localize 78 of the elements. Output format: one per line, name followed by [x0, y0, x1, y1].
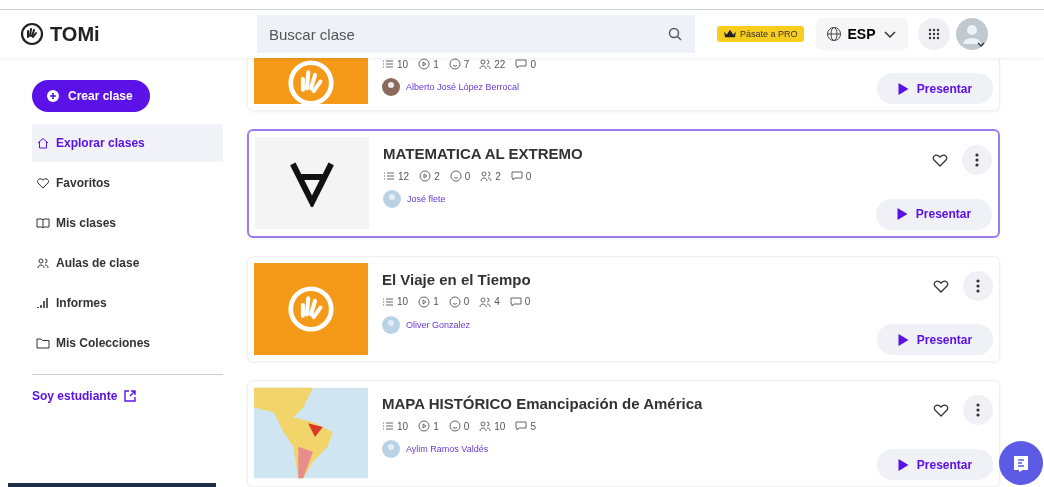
heart-icon[interactable] [933, 403, 949, 418]
plus-circle-icon [46, 89, 60, 103]
stat-students: 4 [479, 295, 500, 308]
stat-slides: 1 [418, 295, 439, 308]
stat-students: 22 [479, 58, 506, 70]
language-selector[interactable]: ESP [815, 18, 908, 50]
stat-reactions: 7 [448, 58, 470, 70]
heart-icon [36, 176, 50, 190]
stat-comments: 5 [515, 420, 536, 433]
class-title: MATEMATICA AL EXTREMO [383, 145, 584, 162]
heart-icon[interactable] [932, 153, 948, 167]
crown-icon [723, 29, 737, 39]
stat-comments: 0 [515, 58, 536, 70]
group-icon [36, 256, 50, 270]
vertical-dots-icon [976, 403, 980, 418]
stat-reactions: 0 [448, 420, 470, 433]
stat-reactions: 0 [449, 170, 471, 182]
stat-lessons: 10 [382, 420, 409, 433]
play-icon [896, 208, 908, 221]
play-icon [897, 333, 909, 346]
author-name[interactable]: Oliver Gonzalez [406, 319, 471, 330]
folder-icon [36, 336, 50, 350]
external-link-icon [123, 389, 138, 403]
author-avatar-icon [382, 440, 400, 459]
author-avatar-icon [382, 315, 400, 334]
search-field[interactable]: Buscar clase [257, 15, 695, 53]
chat-button[interactable] [999, 441, 1043, 485]
present-button[interactable]: Presentar [877, 73, 993, 104]
stat-slides: 2 [419, 170, 440, 182]
stat-slides: 1 [418, 58, 439, 70]
logo-text: TOMi [50, 22, 100, 46]
apps-grid-button[interactable] [917, 18, 950, 50]
class-card[interactable]: MATEMATICA AL EXTREMO 12 2 0 2 0 José flete Presentar [247, 129, 1000, 238]
more-options-button[interactable] [962, 145, 992, 175]
bar-chart-icon [36, 296, 50, 310]
globe-icon [825, 26, 842, 42]
home-icon [36, 136, 50, 150]
author-name[interactable]: José flete [407, 194, 446, 204]
stat-reactions: 0 [448, 295, 470, 308]
stat-slides: 1 [418, 420, 439, 433]
create-class-button[interactable]: Crear clase [32, 80, 150, 112]
student-link[interactable]: Soy estudiante [32, 389, 223, 403]
author-avatar-icon [382, 78, 400, 96]
stat-lessons: 12 [383, 170, 410, 182]
class-card[interactable]: 10 1 7 22 0 Alberto José López Berrocal Presentar [247, 58, 1000, 111]
book-icon [36, 216, 50, 230]
class-card[interactable]: MAPA HISTÓRICO Emancipación de América 10 1 0 10 5 Aylim Ramos Valdés Presentar [247, 380, 1000, 487]
stat-lessons: 10 [382, 295, 409, 308]
sidebar-nav-item[interactable]: Explorar clases [32, 124, 223, 162]
grid-icon [927, 28, 940, 40]
author-avatar-icon [383, 190, 401, 208]
sidebar-nav-item[interactable]: Mis Colecciones [32, 324, 223, 362]
vertical-dots-icon [975, 153, 979, 167]
class-title: MAPA HISTÓRICO Emancipación de América [382, 395, 704, 413]
stat-comments: 0 [510, 170, 532, 182]
author-name[interactable]: Aylim Ramos Valdés [406, 444, 489, 455]
present-button[interactable]: Presentar [876, 198, 992, 230]
class-card[interactable]: El Viaje en el Tiempo 10 1 0 4 0 Oliver Gonzalez Presentar [247, 255, 1000, 363]
stat-comments: 0 [509, 295, 531, 308]
sidebar-nav-item[interactable]: Favoritos [32, 164, 223, 202]
stat-lessons: 10 [382, 58, 409, 70]
sidebar-nav-item[interactable]: Informes [32, 284, 223, 322]
stat-students: 10 [479, 420, 506, 433]
present-button[interactable]: Presentar [877, 449, 993, 480]
heart-icon[interactable] [933, 278, 949, 293]
class-title: El Viaje en el Tiempo [382, 270, 532, 288]
chat-icon [1011, 453, 1031, 473]
present-button[interactable]: Presentar [877, 324, 993, 356]
hand-logo-icon [20, 22, 44, 46]
vertical-dots-icon [976, 278, 980, 293]
play-icon [897, 458, 909, 471]
sidebar-nav-item[interactable]: Mis clases [32, 204, 223, 242]
sidebar-nav-item[interactable]: Aulas de clase [32, 244, 223, 282]
author-name[interactable]: Alberto José López Berrocal [406, 82, 520, 92]
play-icon [897, 82, 909, 95]
upgrade-pro-button[interactable]: Pásate a PRO [717, 26, 804, 42]
stat-students: 2 [480, 170, 501, 182]
search-icon[interactable] [667, 26, 683, 42]
